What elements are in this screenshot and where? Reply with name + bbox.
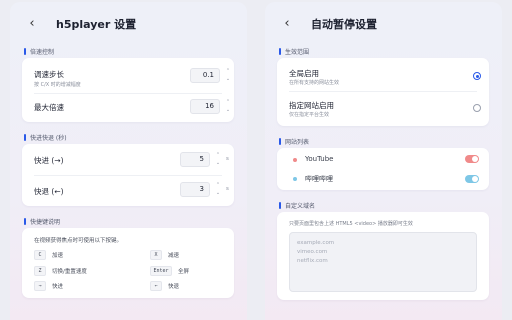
speed-card: 调速步长 按 C/X 时的增减幅度 0.1 ⌃ ⌄ 最大倍速 16 ⌃ ⌄ bbox=[22, 58, 234, 122]
shortcut-card: 在视频获得焦点时可使用以下按键。 C 加速 X 减速 Z 切换/重置速度 Ent… bbox=[22, 228, 234, 298]
backward-unit: s bbox=[226, 186, 229, 192]
section-heading-custom: 自定义域名 bbox=[279, 201, 315, 210]
section-heading-label: 生效范围 bbox=[285, 49, 310, 56]
section-marker bbox=[279, 48, 281, 55]
section-marker bbox=[24, 218, 26, 225]
scope-card: 全局启用 在所有支持的网站生效 指定网站启用 仅在指定平台生效 bbox=[277, 58, 489, 126]
site-youtube-label: YouTube bbox=[305, 155, 334, 163]
custom-domain-textarea[interactable]: example.com vimeo.com netflix.com bbox=[289, 232, 477, 292]
divider bbox=[34, 175, 222, 176]
section-heading-scope: 生效范围 bbox=[279, 47, 309, 56]
custom-domain-card: 只要页面里包含上述 HTML5 <video> 播放器即可生效 example.… bbox=[277, 212, 489, 300]
backward-label: 快退 (←) bbox=[34, 187, 64, 196]
key-left-arrow: ← bbox=[150, 281, 162, 291]
panel-header: ‹ 自动暂停设置 bbox=[265, 14, 502, 34]
divider bbox=[289, 91, 477, 92]
youtube-toggle[interactable] bbox=[465, 155, 479, 163]
placeholder-line: vimeo.com bbox=[297, 249, 328, 255]
forward-spinner-icon[interactable]: ⌃ ⌄ bbox=[214, 151, 222, 167]
bilibili-toggle[interactable] bbox=[465, 175, 479, 183]
section-heading-speed: 倍速控制 bbox=[24, 47, 54, 56]
panel-header: ‹ h5player 设置 bbox=[10, 14, 247, 34]
section-heading-shortcuts: 快捷键说明 bbox=[24, 217, 60, 226]
key-right-arrow: → bbox=[34, 281, 46, 291]
seek-card: 快进 (→) 5 ⌃ ⌄ s 快退 (←) 3 ⌃ ⌄ s bbox=[22, 144, 234, 206]
placeholder-line: netflix.com bbox=[297, 258, 328, 264]
specific-option-label: 指定网站启用 bbox=[289, 101, 334, 110]
global-option-label: 全局启用 bbox=[289, 69, 319, 78]
forward-unit: s bbox=[226, 156, 229, 162]
placeholder-line: example.com bbox=[297, 240, 335, 246]
global-option-sub: 在所有支持的网站生效 bbox=[289, 80, 340, 86]
section-marker bbox=[279, 202, 281, 209]
page-title: 自动暂停设置 bbox=[311, 18, 377, 31]
section-heading-sites: 网站列表 bbox=[279, 137, 309, 146]
key-x: X bbox=[150, 250, 162, 260]
section-marker bbox=[24, 48, 26, 55]
section-marker bbox=[24, 134, 26, 141]
forward-label: 快进 (→) bbox=[34, 156, 64, 165]
backward-input[interactable]: 3 bbox=[180, 182, 210, 197]
key-c: C bbox=[34, 250, 46, 260]
youtube-dot-icon bbox=[293, 158, 297, 162]
divider bbox=[34, 93, 222, 94]
custom-domain-hint: 只要页面里包含上述 HTML5 <video> 播放器即可生效 bbox=[289, 221, 413, 227]
section-heading-label: 倍速控制 bbox=[30, 49, 55, 56]
key-c-desc: 加速 bbox=[52, 253, 64, 259]
key-enter: Enter bbox=[150, 266, 172, 276]
key-left-desc: 快退 bbox=[168, 284, 180, 290]
section-heading-seek: 快进快退 (秒) bbox=[24, 133, 67, 142]
auto-pause-settings-panel: ‹ 自动暂停设置 生效范围 全局启用 在所有支持的网站生效 指定网站启用 仅在指… bbox=[265, 2, 502, 320]
section-heading-label: 快捷键说明 bbox=[30, 219, 61, 226]
key-z-desc: 切换/重置速度 bbox=[52, 269, 87, 275]
step-input[interactable]: 0.1 bbox=[190, 68, 220, 83]
site-bilibili-label: 哔哩哔哩 bbox=[305, 175, 333, 183]
step-spinner-icon[interactable]: ⌃ ⌄ bbox=[224, 67, 232, 83]
key-x-desc: 减速 bbox=[168, 253, 180, 259]
h5player-settings-panel: ‹ h5player 设置 倍速控制 调速步长 按 C/X 时的增减幅度 0.1… bbox=[10, 2, 247, 320]
section-heading-label: 网站列表 bbox=[285, 139, 310, 146]
max-speed-spinner-icon[interactable]: ⌃ ⌄ bbox=[224, 98, 232, 114]
back-chevron-icon[interactable]: ‹ bbox=[24, 16, 40, 32]
section-heading-label: 自定义域名 bbox=[285, 203, 316, 210]
bilibili-dot-icon bbox=[293, 177, 297, 181]
shortcut-hint: 在视频获得焦点时可使用以下按键。 bbox=[34, 238, 123, 244]
section-heading-label: 快进快退 (秒) bbox=[30, 135, 67, 142]
key-z: Z bbox=[34, 266, 46, 276]
step-sublabel: 按 C/X 时的增减幅度 bbox=[34, 82, 81, 88]
max-speed-label: 最大倍速 bbox=[34, 103, 64, 112]
step-label: 调速步长 bbox=[34, 70, 64, 79]
key-enter-desc: 全屏 bbox=[178, 269, 190, 275]
back-chevron-icon[interactable]: ‹ bbox=[279, 16, 295, 32]
section-marker bbox=[279, 138, 281, 145]
page-title: h5player 设置 bbox=[56, 18, 137, 31]
forward-input[interactable]: 5 bbox=[180, 152, 210, 167]
key-right-desc: 快进 bbox=[52, 284, 64, 290]
specific-radio[interactable] bbox=[473, 104, 481, 112]
max-speed-input[interactable]: 16 bbox=[190, 99, 220, 114]
sites-card: YouTube 哔哩哔哩 bbox=[277, 148, 489, 190]
backward-spinner-icon[interactable]: ⌃ ⌄ bbox=[214, 181, 222, 197]
global-radio[interactable] bbox=[473, 72, 481, 80]
specific-option-sub: 仅在指定平台生效 bbox=[289, 112, 330, 118]
